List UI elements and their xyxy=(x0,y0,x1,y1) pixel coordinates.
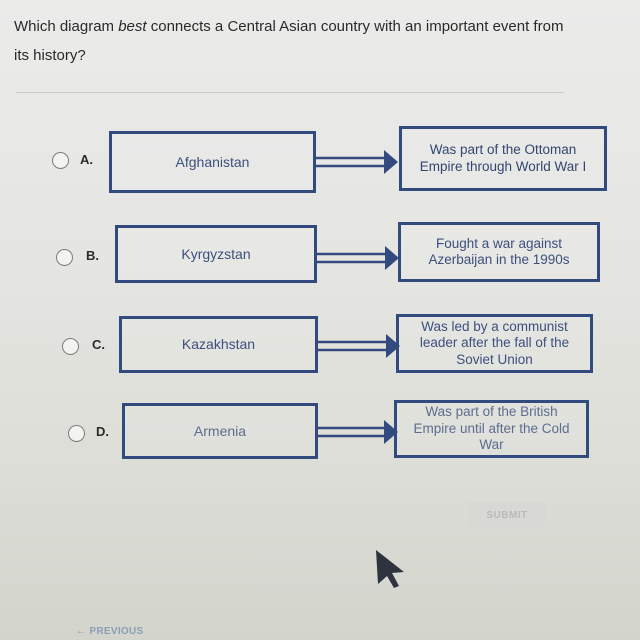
country-box-b: Kyrgyzstan xyxy=(115,225,317,283)
question-emphasis: best xyxy=(118,18,147,35)
event-label: Was led by a communist leader after the … xyxy=(419,318,570,367)
previous-label: PREVIOUS xyxy=(89,626,144,637)
submit-button[interactable]: SUBMIT xyxy=(468,502,546,528)
country-box-c: Kazakhstan xyxy=(119,316,318,373)
radio-button-c[interactable] xyxy=(62,338,79,355)
radio-button-a[interactable] xyxy=(52,152,69,169)
country-label: Afghanistan xyxy=(175,153,250,170)
country-box-d: Armenia xyxy=(122,403,318,459)
event-label: Was part of the Ottoman Empire through W… xyxy=(419,142,587,174)
option-letter-c: C. xyxy=(92,337,105,352)
option-letter-b: B. xyxy=(86,248,99,263)
option-letter-a: A. xyxy=(80,152,93,167)
country-label: Kazakhstan xyxy=(181,336,256,352)
double-arrow-icon xyxy=(316,420,398,444)
divider xyxy=(16,92,564,93)
event-box-c: Was led by a communist leader after the … xyxy=(396,314,593,373)
option-letter-d: D. xyxy=(96,424,109,439)
event-label: Fought a war against Azerbaijan in the 1… xyxy=(428,235,570,268)
event-box-a: Was part of the Ottoman Empire through W… xyxy=(399,126,607,191)
event-label: Was part of the British Empire until aft… xyxy=(413,404,570,453)
country-label: Armenia xyxy=(193,422,247,439)
mouse-pointer-icon xyxy=(376,550,404,588)
country-box-a: Afghanistan xyxy=(109,131,316,193)
event-box-d: Was part of the British Empire until aft… xyxy=(394,400,589,458)
double-arrow-icon xyxy=(316,334,400,358)
question-text: Which diagram best connects a Central As… xyxy=(14,12,574,70)
question-text-start: Which diagram xyxy=(14,18,119,35)
double-arrow-icon xyxy=(315,246,399,270)
previous-button[interactable]: ← PREVIOUS xyxy=(76,626,143,637)
left-arrow-icon: ← xyxy=(76,626,90,637)
radio-button-b[interactable] xyxy=(56,249,73,266)
country-label: Kyrgyzstan xyxy=(181,245,251,262)
event-box-b: Fought a war against Azerbaijan in the 1… xyxy=(398,222,600,282)
double-arrow-icon xyxy=(314,150,398,174)
radio-button-d[interactable] xyxy=(68,425,85,442)
